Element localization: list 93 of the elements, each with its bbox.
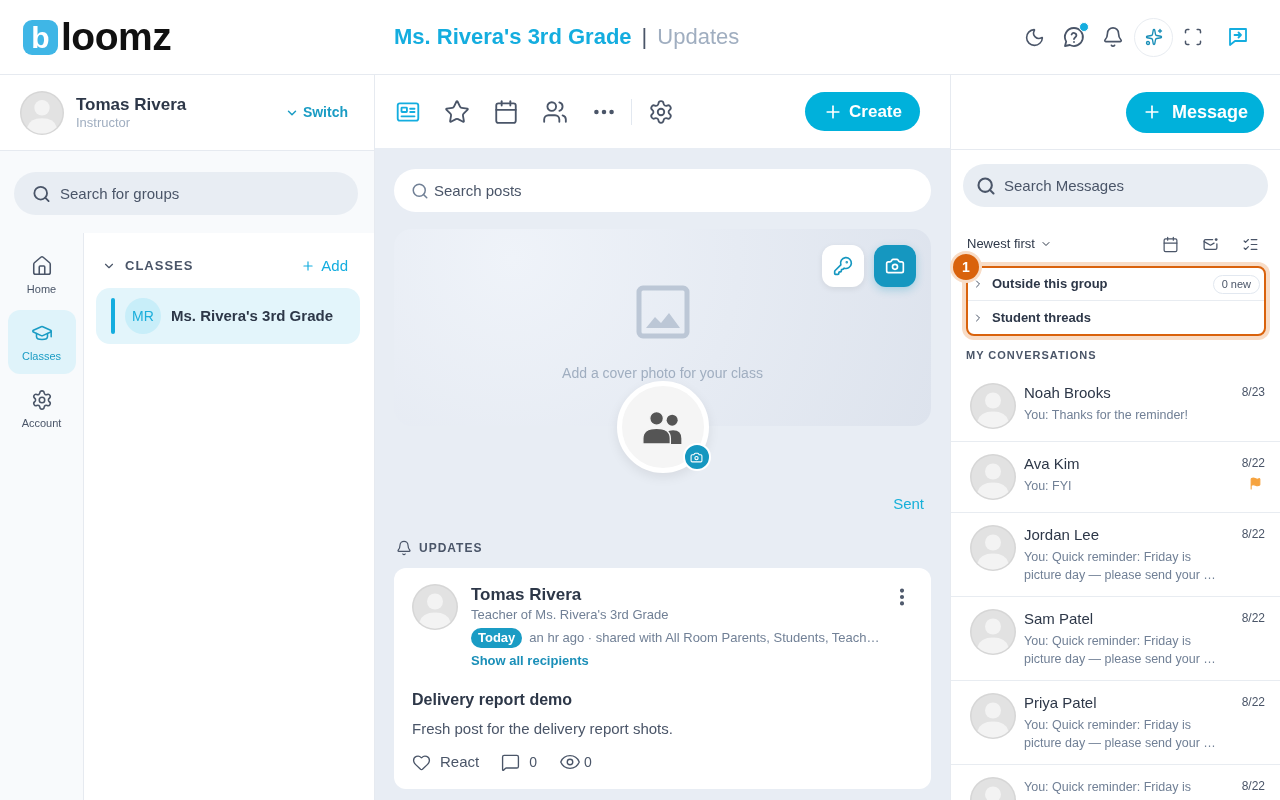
react-button[interactable]: React	[412, 750, 480, 774]
page-title: Updates	[657, 23, 740, 51]
step-number-badge: 1	[953, 254, 979, 280]
group-title: Ms. Rivera's 3rd Grade	[394, 23, 632, 51]
camera-icon	[690, 450, 703, 464]
contact-avatar	[970, 454, 1016, 500]
people-icon[interactable]	[542, 98, 568, 125]
user-name: Tomas Rivera	[76, 94, 187, 115]
logo-mark: b	[23, 19, 58, 55]
group-search-field[interactable]: Search for groups	[14, 172, 358, 215]
heart-icon	[412, 752, 431, 772]
contact-name: Jordan Lee	[1024, 525, 1101, 545]
contact-name: Sam Patel	[1024, 609, 1095, 629]
group-label: Student threads	[992, 308, 1091, 327]
help-icon[interactable]	[1062, 25, 1086, 49]
group-label: Outside this group	[992, 275, 1108, 294]
class-name: Ms. Rivera's 3rd Grade	[171, 305, 333, 326]
message-preview: You: Quick reminder: Friday is picture day — please send your …	[1024, 717, 1217, 752]
message-panel-icon[interactable]	[1226, 25, 1250, 49]
updates-heading: UPDATES	[419, 540, 483, 557]
message-date: 8/22	[1241, 610, 1265, 627]
section-heading: CLASSES	[125, 257, 194, 276]
title-separator: |	[641, 23, 648, 51]
conversation-row[interactable]: Noah Brooks You: Thanks for the reminder! 8/23	[951, 371, 1280, 442]
author-subtitle: Teacher of Ms. Rivera's 3rd Grade	[471, 606, 670, 624]
star-icon[interactable]	[444, 98, 470, 125]
post-search-field[interactable]: Search posts	[394, 169, 931, 212]
view-count: 0	[584, 752, 592, 772]
comment-icon[interactable]	[501, 752, 521, 772]
message-date: 8/22	[1241, 526, 1265, 543]
contact-avatar	[970, 525, 1016, 571]
mail-icon[interactable]	[1202, 235, 1219, 253]
author-name: Tomas Rivera	[471, 584, 583, 606]
bell-icon	[396, 540, 412, 556]
bell-icon[interactable]	[1102, 26, 1124, 48]
selection-bar	[111, 298, 115, 334]
nav-item[interactable]: Home	[7, 243, 76, 307]
sparkle-icon	[1144, 28, 1163, 46]
comment-count: 0	[529, 752, 537, 772]
logo-wordmark: loomz	[61, 17, 172, 57]
contact-avatar	[970, 693, 1016, 739]
class-list-item[interactable]: MR Ms. Rivera's 3rd Grade	[96, 288, 360, 344]
post-meta: an hr ago · shared with All Room Parents, Students, Teach…	[529, 629, 880, 647]
contact-name: Ava Kim	[1024, 454, 1081, 474]
author-avatar	[412, 584, 458, 630]
plus-icon	[301, 259, 316, 273]
date-badge: Today	[471, 628, 523, 648]
message-date: 8/22	[1241, 455, 1265, 472]
privacy-button[interactable]	[822, 245, 864, 287]
message-preview: You: Quick reminder: Friday is picture day — please send your …	[1024, 549, 1217, 584]
fullscreen-icon[interactable]	[1183, 27, 1203, 47]
message-preview: You: Quick reminder: Friday is	[1024, 779, 1192, 796]
show-recipients-link[interactable]: Show all recipients	[471, 652, 589, 670]
moon-icon[interactable]	[1024, 26, 1045, 48]
message-date: 8/22	[1241, 694, 1265, 711]
camera-icon	[885, 256, 905, 276]
search-icon	[411, 181, 429, 200]
message-preview: You: Quick reminder: Friday is picture day — please send your …	[1024, 633, 1217, 668]
conversation-row[interactable]: Jordan Lee You: Quick reminder: Friday is picture day — please send your … 8/22	[951, 513, 1280, 597]
conversation-row[interactable]: Priya Patel You: Quick reminder: Friday is picture day — please send your … 8/22	[951, 681, 1280, 765]
contact-avatar	[970, 383, 1016, 429]
search-icon	[32, 184, 51, 203]
contact-name: Priya Patel	[1024, 693, 1098, 713]
post-title: Delivery report demo	[412, 690, 574, 710]
house-icon	[30, 254, 53, 277]
image-placeholder-icon	[635, 285, 690, 339]
search-icon	[976, 175, 996, 196]
user-role: Instructor	[76, 114, 132, 131]
gear-icon[interactable]	[648, 98, 674, 125]
cover-camera-button[interactable]	[874, 245, 916, 287]
class-initials-avatar: MR	[125, 298, 161, 334]
cover-hint: Add a cover photo for your class	[562, 364, 763, 383]
message-date: 8/22	[1241, 778, 1265, 795]
conversation-row[interactable]: You: Quick reminder: Friday is 8/22	[951, 765, 1280, 800]
contact-avatar	[970, 609, 1016, 655]
contact-name: Noah Brooks	[1024, 383, 1112, 403]
message-preview: You: Thanks for the reminder!	[1024, 407, 1189, 424]
ai-assistant-button[interactable]	[1134, 17, 1173, 57]
gear-icon	[30, 388, 53, 411]
calendar-icon[interactable]	[1162, 235, 1179, 253]
post-body: Fresh post for the delivery report shots.	[412, 719, 674, 739]
conversation-row[interactable]: Ava Kim You: FYI 8/22	[951, 442, 1280, 513]
conversation-row[interactable]: Sam Patel You: Quick reminder: Friday is picture day — please send your … 8/22	[951, 597, 1280, 681]
nav-item[interactable]: Account	[7, 377, 76, 441]
message-search-field[interactable]: Search Messages	[963, 164, 1268, 207]
conversation-group-row[interactable]: Student threads	[968, 301, 1264, 334]
message-date: 8/23	[1241, 384, 1265, 401]
sort-dropdown[interactable]: Newest first	[967, 234, 1052, 254]
user-avatar	[20, 90, 64, 135]
message-preview: You: FYI	[1024, 478, 1073, 495]
section-heading: MY CONVERSATIONS	[965, 348, 1098, 362]
calendar-icon[interactable]	[493, 98, 519, 125]
key-icon	[833, 256, 853, 276]
